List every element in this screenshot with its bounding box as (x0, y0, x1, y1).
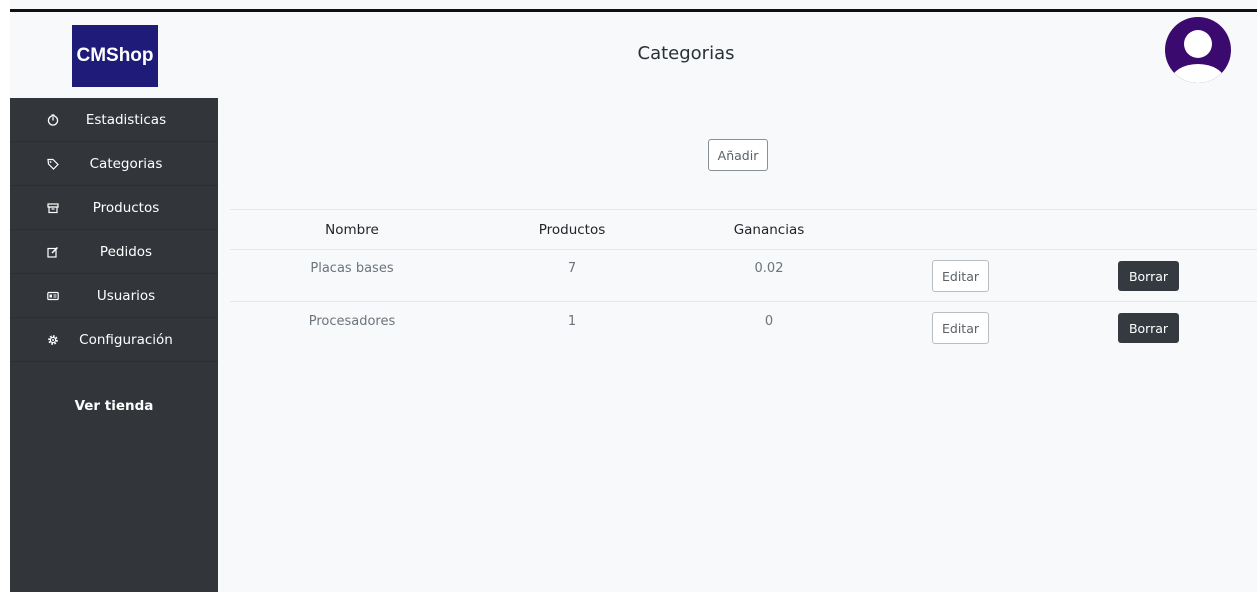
sidebar-item-categorias[interactable]: Categorias (10, 142, 218, 186)
sidebar-item-configuracion[interactable]: Configuración (10, 318, 218, 362)
sidebar-item-pedidos[interactable]: Pedidos (10, 230, 218, 274)
ver-tienda-link[interactable]: Ver tienda (10, 398, 218, 414)
divider (230, 301, 1257, 302)
sidebar: Estadisticas Categorias Productos Pedido… (10, 98, 218, 592)
sidebar-item-label: Estadisticas (85, 111, 167, 128)
cell-productos: 7 (567, 261, 577, 276)
sidebar-item-label: Categorias (89, 155, 163, 172)
edit-button[interactable]: Editar (932, 312, 989, 344)
gear-icon (46, 333, 60, 347)
sidebar-item-label: Pedidos (99, 243, 153, 260)
divider (230, 209, 1257, 210)
sidebar-item-productos[interactable]: Productos (10, 186, 218, 230)
sidebar-item-label: Configuración (79, 331, 173, 348)
tag-icon (46, 157, 60, 171)
sidebar-item-usuarios[interactable]: Usuarios (10, 274, 218, 318)
column-header-ganancias: Ganancias (733, 222, 805, 238)
column-header-productos: Productos (538, 222, 606, 238)
add-button[interactable]: Añadir (708, 139, 768, 171)
edit-button[interactable]: Editar (932, 260, 989, 292)
cell-nombre: Placas bases (310, 261, 394, 276)
sidebar-item-label: Productos (92, 199, 160, 216)
cell-ganancias: 0 (764, 314, 774, 329)
cell-productos: 1 (567, 314, 577, 329)
stats-icon (46, 113, 60, 127)
edit-icon (46, 245, 60, 259)
id-card-icon (46, 289, 60, 303)
delete-button[interactable]: Borrar (1118, 313, 1179, 343)
box-icon (46, 201, 60, 215)
sidebar-item-estadisticas[interactable]: Estadisticas (10, 98, 218, 142)
delete-button[interactable]: Borrar (1118, 261, 1179, 291)
avatar-icon[interactable] (1165, 17, 1231, 83)
cell-ganancias: 0.02 (754, 261, 784, 276)
sidebar-item-label: Usuarios (96, 287, 156, 304)
top-border (10, 9, 1257, 12)
page-title: Categorias (637, 43, 735, 64)
cell-nombre: Procesadores (308, 314, 396, 329)
app-window: CMShop Categorias Estadisticas Categoria… (10, 0, 1257, 592)
column-header-nombre: Nombre (325, 222, 379, 238)
divider (230, 249, 1257, 250)
